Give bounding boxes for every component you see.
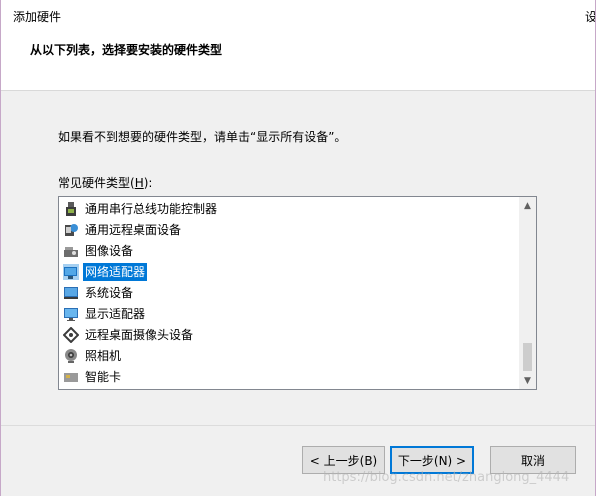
- hardware-type-listbox[interactable]: 通用串行总线功能控制器 通用远程桌面设备 图像设备 网络适配器 系统设备 显示适…: [58, 196, 537, 390]
- list-item-camera[interactable]: 照相机: [63, 347, 123, 365]
- scroll-up-arrow-icon[interactable]: ▲: [519, 197, 536, 214]
- clipped-corner-text: 设: [585, 8, 595, 25]
- watermark-text: https://blog.csdn.net/zhanglong_4444: [323, 470, 570, 485]
- list-item-network-adapter[interactable]: 网络适配器: [63, 263, 148, 281]
- imaging-device-icon: [63, 243, 79, 259]
- window-title: 添加硬件: [13, 10, 62, 24]
- list-vertical-scrollbar[interactable]: ▲ ▼: [519, 197, 536, 389]
- list-item-smart-card[interactable]: 智能卡: [63, 368, 123, 386]
- list-item-label: 照相机: [85, 349, 122, 363]
- camera-icon: [63, 348, 79, 364]
- list-item-label: 智能卡: [85, 370, 122, 384]
- list-item-system-device[interactable]: 系统设备: [63, 284, 135, 302]
- wizard-subtitle: 从以下列表，选择要安装的硬件类型: [30, 43, 223, 57]
- instruction-text: 如果看不到想要的硬件类型，请单击“显示所有设备”。: [58, 130, 347, 144]
- list-item-imaging-device[interactable]: 图像设备: [63, 242, 135, 260]
- list-item-label: 网络适配器: [83, 263, 148, 281]
- scroll-down-arrow-icon[interactable]: ▼: [519, 372, 536, 389]
- list-item-label: 远程桌面摄像头设备: [85, 328, 194, 342]
- add-hardware-window: 添加硬件 从以下列表，选择要安装的硬件类型 设 如果看不到想要的硬件类型，请单击…: [0, 0, 596, 496]
- usb-controller-icon: [63, 201, 79, 217]
- list-item-remote-camera[interactable]: 远程桌面摄像头设备: [63, 326, 195, 344]
- list-item-display-adapter[interactable]: 显示适配器: [63, 305, 147, 323]
- hardware-list-label: 常见硬件类型(H):: [58, 174, 152, 191]
- footer-divider: [1, 425, 595, 426]
- remote-desktop-device-icon: [63, 222, 79, 238]
- list-item-label: 图像设备: [85, 244, 134, 258]
- list-label-prefix: 常见硬件类型(: [58, 176, 135, 190]
- list-label-suffix: ):: [143, 176, 153, 190]
- remote-camera-icon: [63, 327, 79, 343]
- list-item-label: 通用串行总线功能控制器: [85, 202, 218, 216]
- list-item-remote-desktop-device[interactable]: 通用远程桌面设备: [63, 221, 183, 239]
- list-item-label: 显示适配器: [85, 307, 146, 321]
- scroll-thumb[interactable]: [523, 343, 532, 371]
- list-item-label: 通用远程桌面设备: [85, 223, 182, 237]
- system-device-icon: [63, 285, 79, 301]
- wizard-header: 添加硬件 从以下列表，选择要安装的硬件类型 设: [1, 0, 595, 91]
- network-adapter-icon: [63, 264, 79, 280]
- display-adapter-icon: [63, 306, 79, 322]
- list-item-usb-controller[interactable]: 通用串行总线功能控制器: [63, 200, 219, 218]
- list-label-hotkey: H: [134, 176, 144, 190]
- smart-card-icon: [63, 369, 79, 385]
- list-item-label: 系统设备: [85, 286, 134, 300]
